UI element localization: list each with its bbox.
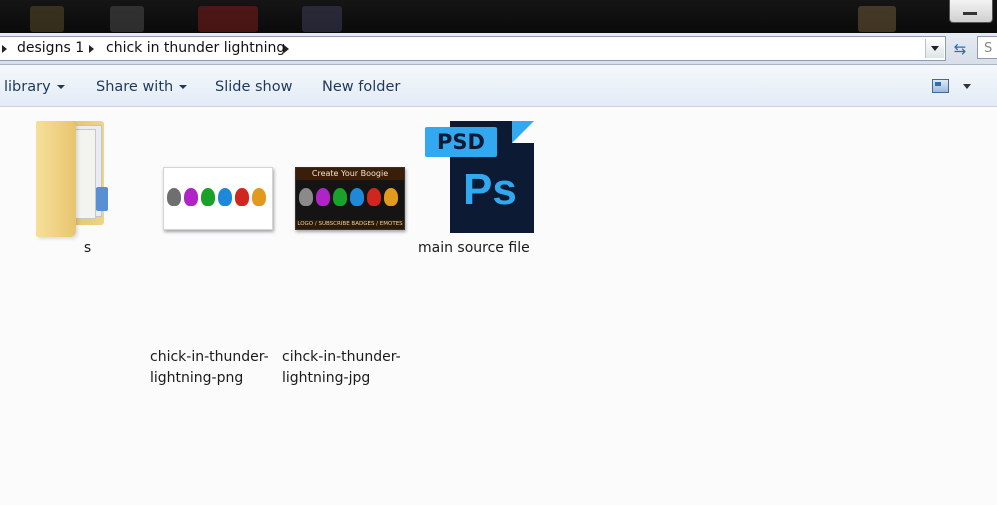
thumb-figure	[367, 188, 381, 206]
background-icon	[198, 6, 258, 32]
thumb-figure	[333, 188, 347, 206]
chevron-right-icon[interactable]	[2, 45, 7, 53]
include-in-library-button[interactable]: library	[4, 65, 65, 106]
chevron-down-icon	[179, 85, 188, 89]
share-with-button[interactable]: Share with	[96, 65, 188, 106]
file-name-line2: lightning-jpg	[282, 370, 371, 386]
address-dropdown-button[interactable]	[925, 39, 944, 58]
background-icon	[858, 6, 896, 32]
file-name-line2: lightning-png	[150, 370, 244, 386]
file-item-folder[interactable]: s	[0, 107, 175, 267]
folder-front	[36, 121, 76, 237]
file-name: main source file	[418, 240, 530, 256]
view-options-icon[interactable]	[932, 79, 949, 93]
chevron-right-icon[interactable]	[89, 45, 94, 53]
file-name: s	[83, 240, 92, 256]
slide-show-button[interactable]: Slide show	[215, 65, 292, 106]
search-input[interactable]: S	[977, 36, 997, 59]
image-thumbnail[interactable]	[163, 167, 273, 230]
thumb-figure	[184, 188, 198, 206]
file-name-line1: cihck-in-thunder-	[282, 349, 401, 365]
background-icon	[302, 6, 342, 32]
thumb-figure	[350, 188, 364, 206]
address-bar: designs 1 chick in thunder lightning ⇆ S	[0, 33, 997, 65]
chevron-down-icon[interactable]	[963, 84, 971, 89]
psd-tag: PSD	[425, 127, 497, 157]
breadcrumb[interactable]: designs 1 chick in thunder lightning	[0, 36, 946, 61]
folder-clip	[96, 187, 108, 211]
image-thumbnail[interactable]: Create Your Boogie LOGO / SUBSCRIBE BADG…	[295, 167, 405, 230]
psd-fold	[512, 121, 534, 143]
thumb-banner: Create Your Boogie	[296, 168, 404, 180]
chevron-right-icon[interactable]	[284, 45, 289, 53]
thumb-figure	[316, 188, 330, 206]
library-label: library	[4, 79, 51, 95]
new-folder-button[interactable]: New folder	[322, 65, 400, 106]
breadcrumb-item-current[interactable]: chick in thunder lightning	[106, 37, 285, 60]
thumb-figure	[201, 188, 215, 206]
thumb-figure	[167, 188, 181, 206]
minimize-button[interactable]	[949, 0, 993, 23]
breadcrumb-item-designs[interactable]: designs 1	[17, 37, 84, 60]
thumb-figure	[218, 188, 232, 206]
file-list: s chick-in-thunder- lightning-png Create…	[0, 107, 997, 505]
thumb-figure	[384, 188, 398, 206]
thumb-figure	[299, 188, 313, 206]
background-icon	[110, 6, 144, 32]
thumb-footer: LOGO / SUBSCRIBE BADGES / EMOTES	[296, 220, 404, 229]
photoshop-logo: Ps	[463, 165, 517, 214]
thumb-figure	[235, 188, 249, 206]
chevron-down-icon	[56, 85, 65, 89]
background-icon	[30, 6, 64, 32]
command-toolbar: library Share with Slide show New folder	[0, 65, 997, 107]
refresh-icon[interactable]: ⇆	[947, 38, 973, 60]
thumb-figure	[252, 188, 266, 206]
taskbar-strip	[0, 0, 997, 33]
share-label: Share with	[96, 79, 174, 95]
file-name-line1: chick-in-thunder-	[150, 349, 269, 365]
